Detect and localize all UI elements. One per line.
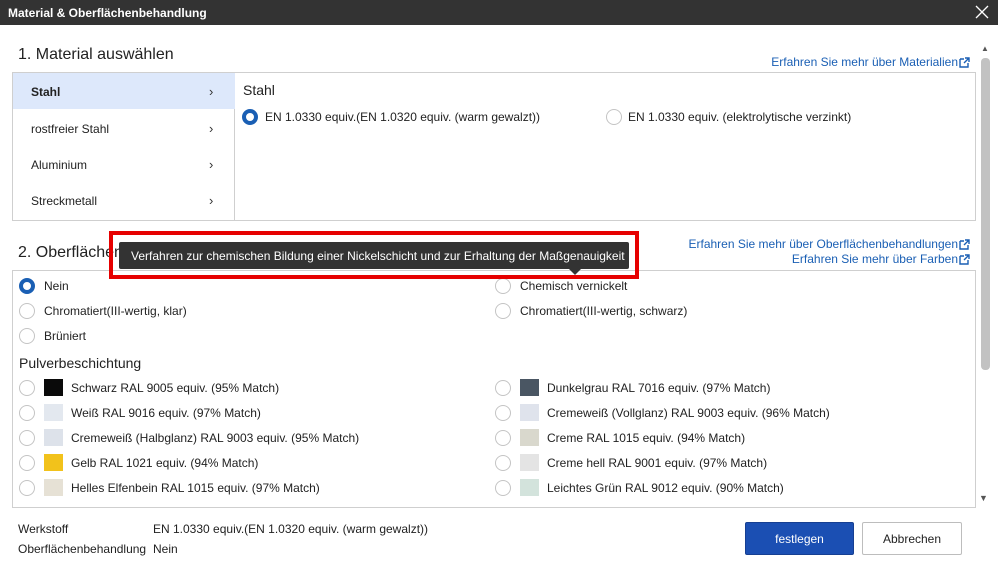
material-category-list: Stahl › rostfreier Stahl › Aluminium › S…	[13, 73, 235, 220]
powder-radio[interactable]	[19, 455, 35, 471]
powder-option-label[interactable]: Gelb RAL 1021 equiv. (94% Match)	[71, 456, 258, 470]
confirm-button[interactable]: festlegen	[745, 522, 854, 555]
surface-option-label[interactable]: Chemisch vernickelt	[520, 279, 627, 293]
highlight-box	[109, 231, 639, 279]
powder-radio[interactable]	[19, 380, 35, 396]
surface-option-radio-chemisch-vernickelt[interactable]	[495, 278, 511, 294]
surface-option-label[interactable]: Chromatiert(III-wertig, klar)	[44, 304, 187, 318]
powder-option-label[interactable]: Creme hell RAL 9001 equiv. (97% Match)	[547, 456, 767, 470]
material-category-aluminium[interactable]: Aluminium ›	[13, 146, 235, 182]
powder-option-label[interactable]: Leichtes Grün RAL 9012 equiv. (90% Match…	[547, 481, 784, 495]
cancel-button[interactable]: Abbrechen	[862, 522, 962, 555]
close-icon[interactable]	[972, 2, 992, 22]
surface-option-label[interactable]: Brüniert	[44, 329, 86, 343]
learn-more-surface-label: Erfahren Sie mehr über Oberflächenbehand…	[688, 237, 958, 251]
material-option-radio-1[interactable]	[242, 109, 258, 125]
powder-option-label[interactable]: Weiß RAL 9016 equiv. (97% Match)	[71, 406, 261, 420]
powder-radio[interactable]	[19, 405, 35, 421]
color-swatch	[520, 479, 539, 496]
chevron-right-icon: ›	[209, 157, 214, 172]
external-link-icon	[959, 239, 970, 253]
summary-material-label: Werkstoff	[18, 522, 69, 536]
material-category-label: Stahl	[31, 85, 61, 99]
learn-more-materials-link[interactable]: Erfahren Sie mehr über Materialien	[771, 55, 970, 71]
powder-radio[interactable]	[19, 480, 35, 496]
material-category-rostfreier-stahl[interactable]: rostfreier Stahl ›	[13, 110, 235, 146]
learn-more-colors-label: Erfahren Sie mehr über Farben	[791, 252, 958, 266]
material-category-streckmetall[interactable]: Streckmetall ›	[13, 182, 235, 218]
material-heading: 1. Material auswählen	[18, 46, 174, 63]
material-selector: Stahl › rostfreier Stahl › Aluminium › S…	[12, 72, 976, 221]
powder-radio[interactable]	[495, 430, 511, 446]
external-link-icon	[959, 57, 970, 71]
powder-radio[interactable]	[495, 380, 511, 396]
powder-coating-heading: Pulverbeschichtung	[19, 355, 142, 371]
powder-option-label[interactable]: Helles Elfenbein RAL 1015 equiv. (97% Ma…	[71, 481, 320, 495]
summary-material-value: EN 1.0330 equiv.(EN 1.0320 equiv. (warm …	[153, 522, 429, 536]
chevron-right-icon: ›	[209, 193, 214, 208]
external-link-icon	[959, 254, 970, 268]
learn-more-surface-link[interactable]: Erfahren Sie mehr über Oberflächenbehand…	[688, 237, 970, 253]
color-swatch	[44, 379, 63, 396]
summary-surface-label: Oberflächenbehandlung	[18, 542, 147, 556]
color-swatch	[520, 379, 539, 396]
scrollbar-thumb[interactable]	[981, 58, 990, 370]
powder-radio[interactable]	[495, 455, 511, 471]
surface-selector: Nein Chemisch vernickelt Chromatiert(III…	[12, 270, 976, 508]
chevron-right-icon: ›	[209, 84, 214, 99]
surface-option-radio-bruniert[interactable]	[19, 328, 35, 344]
powder-option-label[interactable]: Dunkelgrau RAL 7016 equiv. (97% Match)	[547, 381, 770, 395]
material-option-radio-2[interactable]	[606, 109, 622, 125]
material-category-label: rostfreier Stahl	[31, 122, 110, 136]
powder-radio[interactable]	[19, 430, 35, 446]
scroll-down-icon[interactable]: ▼	[979, 493, 988, 503]
surface-option-label[interactable]: Nein	[44, 279, 69, 293]
powder-radio[interactable]	[495, 480, 511, 496]
dialog-title: Material & Oberflächenbehandlung	[8, 6, 207, 20]
color-swatch	[44, 454, 63, 471]
powder-option-label[interactable]: Creme RAL 1015 equiv. (94% Match)	[547, 431, 745, 445]
material-category-stahl[interactable]: Stahl ›	[13, 73, 235, 109]
learn-more-materials-label: Erfahren Sie mehr über Materialien	[771, 55, 958, 69]
powder-option-label[interactable]: Cremeweiß (Halbglanz) RAL 9003 equiv. (9…	[71, 431, 359, 445]
powder-option-label[interactable]: Cremeweiß (Vollglanz) RAL 9003 equiv. (9…	[547, 406, 830, 420]
material-panel-title: Stahl	[243, 82, 275, 98]
material-category-label: Aluminium	[31, 158, 88, 172]
surface-option-radio-chromatiert-schwarz[interactable]	[495, 303, 511, 319]
color-swatch	[44, 429, 63, 446]
learn-more-colors-link[interactable]: Erfahren Sie mehr über Farben	[792, 252, 970, 268]
color-swatch	[520, 429, 539, 446]
material-option-label[interactable]: EN 1.0330 equiv.(EN 1.0320 equiv. (warm …	[265, 110, 540, 124]
powder-option-label[interactable]: Schwarz RAL 9005 equiv. (95% Match)	[71, 381, 279, 395]
material-category-label: Streckmetall	[31, 194, 98, 208]
color-swatch	[520, 454, 539, 471]
surface-option-label[interactable]: Chromatiert(III-wertig, schwarz)	[520, 304, 687, 318]
dialog-titlebar: Material & Oberflächenbehandlung	[0, 0, 998, 25]
chevron-right-icon: ›	[209, 121, 214, 136]
scroll-up-icon[interactable]: ▲	[981, 44, 989, 53]
color-swatch	[44, 404, 63, 421]
material-option-label[interactable]: EN 1.0330 equiv. (elektrolytische verzin…	[628, 110, 851, 124]
powder-radio[interactable]	[495, 405, 511, 421]
surface-option-radio-chromatiert-klar[interactable]	[19, 303, 35, 319]
summary-surface-value: Nein	[153, 542, 178, 556]
color-swatch	[44, 479, 63, 496]
color-swatch	[520, 404, 539, 421]
surface-option-radio-nein[interactable]	[19, 278, 35, 294]
